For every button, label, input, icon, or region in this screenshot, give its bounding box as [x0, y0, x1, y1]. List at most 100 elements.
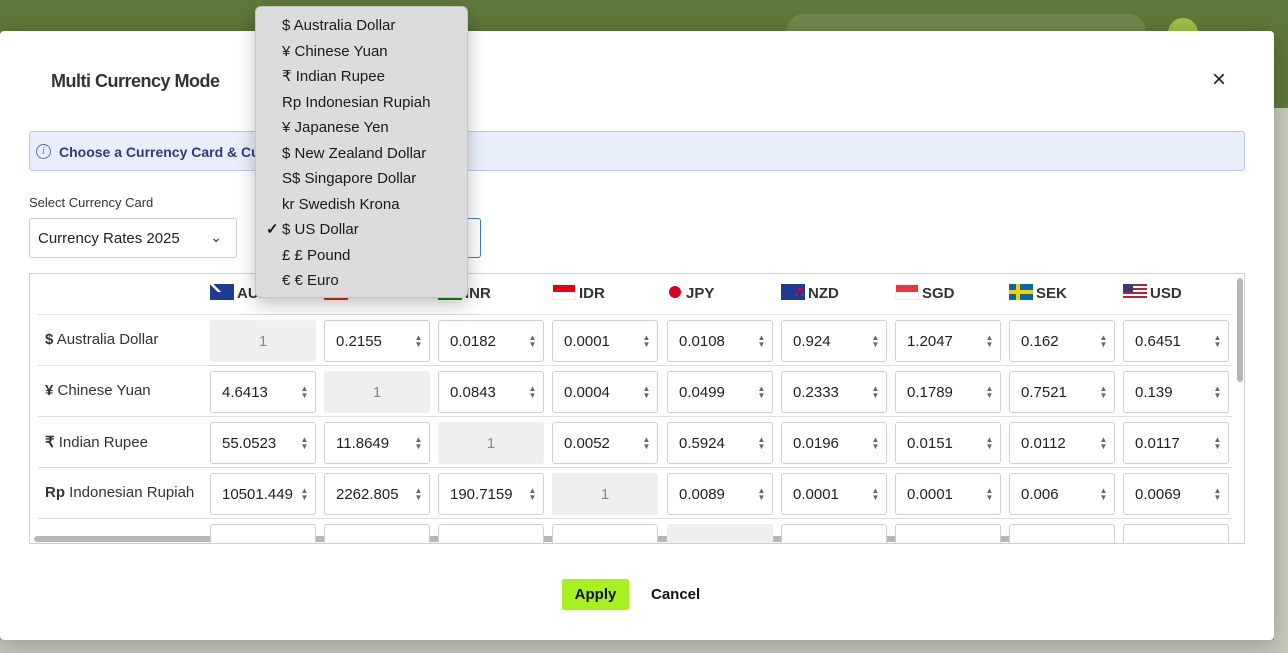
stepper-icon[interactable]: ▲ ▼	[871, 334, 880, 349]
rate-input[interactable]: 11.8649 ▲ ▼	[324, 422, 430, 464]
stepper-icon[interactable]: ▲ ▼	[757, 385, 766, 400]
rate-input[interactable]: 1.2047 ▲ ▼	[895, 320, 1001, 362]
stepper-icon[interactable]: ▲ ▼	[300, 487, 309, 502]
dropdown-option-label: $ Australia Dollar	[282, 17, 396, 34]
apply-button[interactable]: Apply	[562, 579, 629, 610]
stepper-icon[interactable]: ▲ ▼	[757, 436, 766, 451]
dropdown-option[interactable]: ₹ Indian Rupee	[256, 64, 467, 90]
stepper-icon[interactable]: ▲ ▼	[642, 334, 651, 349]
rate-input[interactable]: 0.924 ▲ ▼	[781, 320, 887, 362]
stepper-icon[interactable]: ▲ ▼	[1213, 487, 1222, 502]
dropdown-option[interactable]: ¥ Japanese Yen	[256, 115, 467, 141]
dropdown-option[interactable]: S$ Singapore Dollar	[256, 166, 467, 192]
stepper-icon[interactable]: ▲ ▼	[1213, 436, 1222, 451]
stepper-icon[interactable]: ▲ ▼	[871, 436, 880, 451]
rate-value: 0.0151	[907, 435, 953, 452]
rate-cell-fixed: 1	[438, 422, 544, 464]
dropdown-option[interactable]: ¥ Chinese Yuan	[256, 39, 467, 65]
dropdown-option[interactable]: Rp Indonesian Rupiah	[256, 90, 467, 116]
rate-input[interactable]	[552, 524, 658, 543]
stepper-icon[interactable]: ▲ ▼	[757, 334, 766, 349]
rate-input[interactable]	[667, 524, 773, 543]
rate-input[interactable]: 10501.449 ▲ ▼	[210, 473, 316, 515]
rate-input[interactable]: 0.0052 ▲ ▼	[552, 422, 658, 464]
dropdown-option[interactable]: $ New Zealand Dollar	[256, 141, 467, 167]
rate-input[interactable]	[1123, 524, 1229, 543]
close-icon[interactable]: ×	[1206, 67, 1232, 93]
stepper-icon[interactable]: ▲ ▼	[985, 487, 994, 502]
currency-symbol: Rp	[45, 484, 65, 501]
rate-input[interactable]: 0.0499 ▲ ▼	[667, 371, 773, 413]
flag-au-icon	[210, 284, 234, 300]
rate-input[interactable]: 0.006 ▲ ▼	[1009, 473, 1115, 515]
rate-value: 0.0001	[793, 486, 839, 503]
stepper-icon[interactable]: ▲ ▼	[414, 436, 423, 451]
currency-card-select[interactable]: Currency Rates 2025 ⌄	[29, 218, 237, 258]
rate-input[interactable]: 0.0089 ▲ ▼	[667, 473, 773, 515]
rate-input[interactable]: 0.7521 ▲ ▼	[1009, 371, 1115, 413]
cancel-button[interactable]: Cancel	[645, 579, 703, 610]
stepper-icon[interactable]: ▲ ▼	[985, 334, 994, 349]
stepper-icon[interactable]: ▲ ▼	[300, 385, 309, 400]
rate-value: 1.2047	[907, 333, 953, 350]
stepper-icon[interactable]: ▲ ▼	[300, 436, 309, 451]
stepper-icon[interactable]: ▲ ▼	[528, 385, 537, 400]
rate-input[interactable]: 0.0001 ▲ ▼	[895, 473, 1001, 515]
rate-input[interactable]: 0.6451 ▲ ▼	[1123, 320, 1229, 362]
rate-input[interactable]: 0.0117 ▲ ▼	[1123, 422, 1229, 464]
stepper-icon[interactable]: ▲ ▼	[1099, 334, 1108, 349]
stepper-icon[interactable]: ▲ ▼	[1099, 436, 1108, 451]
rate-input[interactable]: 55.0523 ▲ ▼	[210, 422, 316, 464]
rate-input[interactable]: 4.6413 ▲ ▼	[210, 371, 316, 413]
rate-input[interactable]: 0.139 ▲ ▼	[1123, 371, 1229, 413]
info-text: Choose a Currency Card & Cu	[59, 144, 260, 160]
info-icon: i	[36, 144, 51, 159]
rate-input[interactable]: 190.7159 ▲ ▼	[438, 473, 544, 515]
rate-input[interactable]	[895, 524, 1001, 543]
rate-input[interactable]	[1009, 524, 1115, 543]
rate-input[interactable]: 0.0069 ▲ ▼	[1123, 473, 1229, 515]
rate-input[interactable]: 0.0108 ▲ ▼	[667, 320, 773, 362]
rate-input[interactable]: 0.2155 ▲ ▼	[324, 320, 430, 362]
stepper-icon[interactable]: ▲ ▼	[1099, 385, 1108, 400]
rate-input[interactable]	[324, 524, 430, 543]
stepper-icon[interactable]: ▲ ▼	[528, 487, 537, 502]
stepper-icon[interactable]: ▲ ▼	[414, 334, 423, 349]
rate-input[interactable]: 0.0196 ▲ ▼	[781, 422, 887, 464]
rate-input[interactable]	[438, 524, 544, 543]
stepper-icon[interactable]: ▲ ▼	[985, 436, 994, 451]
rate-input[interactable]: 0.0001 ▲ ▼	[781, 473, 887, 515]
currency-name: Chinese Yuan	[57, 382, 151, 399]
rate-input[interactable]: 0.0112 ▲ ▼	[1009, 422, 1115, 464]
rate-input[interactable]: 0.0151 ▲ ▼	[895, 422, 1001, 464]
dropdown-option[interactable]: kr Swedish Krona	[256, 192, 467, 218]
rate-input[interactable]	[781, 524, 887, 543]
stepper-icon[interactable]: ▲ ▼	[871, 385, 880, 400]
rate-input[interactable]: 0.5924 ▲ ▼	[667, 422, 773, 464]
rate-input[interactable]: 0.0001 ▲ ▼	[552, 320, 658, 362]
stepper-icon[interactable]: ▲ ▼	[528, 334, 537, 349]
dropdown-option[interactable]: € € Euro	[256, 268, 467, 294]
rate-input[interactable]: 2262.805 ▲ ▼	[324, 473, 430, 515]
stepper-icon[interactable]: ▲ ▼	[642, 436, 651, 451]
stepper-icon[interactable]: ▲ ▼	[871, 487, 880, 502]
stepper-icon[interactable]: ▲ ▼	[1213, 385, 1222, 400]
flag-sg-icon	[895, 284, 919, 300]
stepper-icon[interactable]: ▲ ▼	[414, 487, 423, 502]
rate-input[interactable]: 0.0182 ▲ ▼	[438, 320, 544, 362]
stepper-icon[interactable]: ▲ ▼	[1213, 334, 1222, 349]
rate-input[interactable]: 0.162 ▲ ▼	[1009, 320, 1115, 362]
rate-input[interactable]	[210, 524, 316, 543]
dropdown-option[interactable]: ✓ $ US Dollar	[256, 217, 467, 243]
stepper-icon[interactable]: ▲ ▼	[757, 487, 766, 502]
stepper-icon[interactable]: ▲ ▼	[642, 385, 651, 400]
rate-input[interactable]: 0.2333 ▲ ▼	[781, 371, 887, 413]
rate-input[interactable]: 0.0004 ▲ ▼	[552, 371, 658, 413]
rate-input[interactable]: 0.1789 ▲ ▼	[895, 371, 1001, 413]
rate-input[interactable]: 0.0843 ▲ ▼	[438, 371, 544, 413]
stepper-icon[interactable]: ▲ ▼	[985, 385, 994, 400]
stepper-icon[interactable]: ▲ ▼	[1099, 487, 1108, 502]
vertical-scrollbar[interactable]	[1237, 278, 1243, 382]
dropdown-option[interactable]: £ £ Pound	[256, 243, 467, 269]
dropdown-option[interactable]: $ Australia Dollar	[256, 13, 467, 39]
